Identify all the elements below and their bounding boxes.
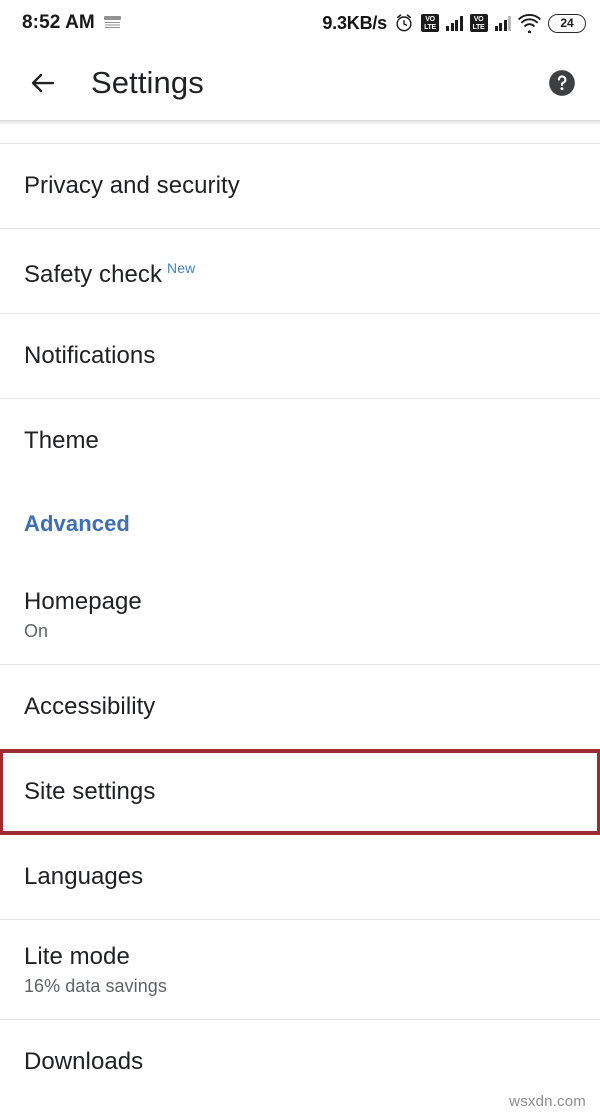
signal-bars-sim1 (446, 15, 463, 31)
volte-icon-sim1: VO LTE (421, 14, 439, 32)
volte-top-label: VO (425, 15, 435, 23)
row-title: Languages (24, 863, 144, 890)
row-title: Lite mode (24, 942, 130, 970)
row-subtitle: On (24, 620, 49, 641)
battery-indicator: 24 (548, 13, 586, 33)
row-title: Notifications (24, 342, 156, 369)
settings-row-safety-check[interactable]: Safety check New (0, 229, 600, 313)
wifi-icon (518, 13, 541, 33)
settings-row-languages[interactable]: Languages (0, 835, 600, 919)
new-badge: New (167, 259, 196, 276)
row-title: Privacy and security (24, 172, 240, 199)
network-speed-label: 9.3KB/s (322, 12, 387, 33)
settings-row-site-settings[interactable]: Site settings (0, 749, 600, 835)
watermark: wsxdn.com (509, 1093, 586, 1110)
row-title: Accessibility (24, 693, 156, 720)
section-header-label: Advanced (24, 511, 130, 536)
status-bar-right: 9.3KB/s VO LTE VO LTE 24 (322, 13, 586, 34)
volte-bottom-label-2: LTE (472, 23, 485, 31)
sim-card-icon (103, 16, 121, 30)
row-title: Theme (24, 427, 99, 454)
back-button[interactable] (26, 66, 60, 100)
volte-icon-sim2: VO LTE (469, 14, 488, 32)
row-title: Downloads (24, 1048, 144, 1075)
back-arrow-icon (31, 73, 55, 93)
settings-row-privacy-and-security[interactable]: Privacy and security (0, 144, 600, 228)
settings-row-lite-mode[interactable]: Lite mode 16% data savings (0, 920, 600, 1019)
settings-list: Privacy and security Safety check New Not… (0, 143, 600, 1104)
status-bar: 8:52 AM 9.3KB/s VO LTE VO LTE 24 (0, 0, 600, 46)
signal-bars-sim2 (494, 15, 511, 31)
settings-row-homepage[interactable]: Homepage On (0, 565, 600, 664)
help-button[interactable] (546, 67, 578, 99)
status-bar-left: 8:52 AM (22, 12, 121, 34)
volte-bottom-label: LTE (424, 23, 436, 31)
row-title: Site settings (24, 778, 156, 805)
row-title: Safety check (24, 260, 163, 288)
app-bar: Settings (0, 46, 600, 120)
settings-row-notifications[interactable]: Notifications (0, 314, 600, 398)
settings-row-accessibility[interactable]: Accessibility (0, 665, 600, 749)
status-clock: 8:52 AM (22, 12, 95, 33)
help-circle-icon (549, 70, 575, 96)
volte-top-label-2: VO (473, 15, 484, 23)
settings-row-theme[interactable]: Theme (0, 399, 600, 483)
section-header-advanced: Advanced (0, 483, 600, 565)
row-title: Homepage (24, 587, 142, 615)
phone-screen: 8:52 AM 9.3KB/s VO LTE VO LTE 24 Setting… (0, 0, 600, 1116)
alarm-clock-icon (396, 14, 412, 32)
page-title: Settings (91, 65, 204, 100)
row-title-wrap: Safety check New (24, 254, 576, 289)
list-top-gap (0, 125, 600, 143)
row-subtitle: 16% data savings (24, 975, 167, 996)
settings-row-downloads[interactable]: Downloads (0, 1020, 600, 1104)
